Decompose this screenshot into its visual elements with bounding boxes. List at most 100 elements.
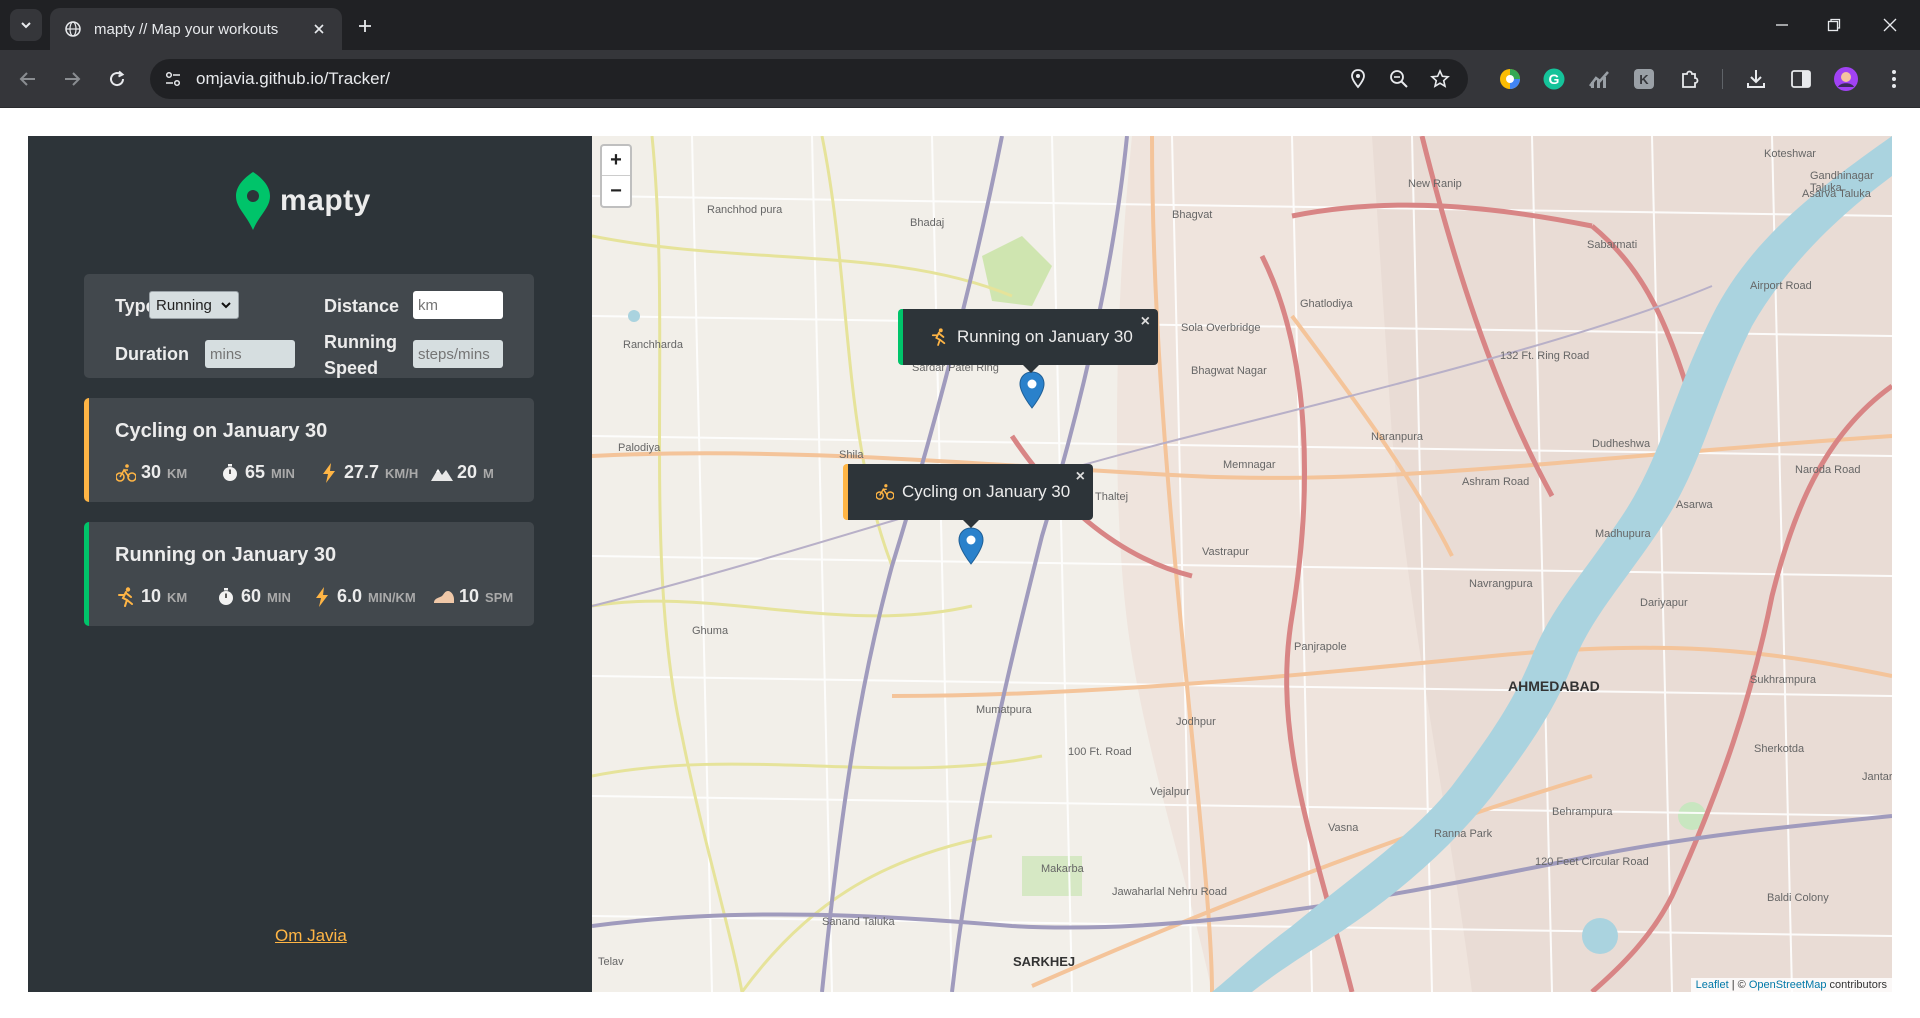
distance-label: Distance — [324, 296, 400, 316]
place-label: Madhupura — [1595, 528, 1651, 540]
place-label: 132 Ft. Ring Road — [1500, 350, 1590, 362]
address-bar[interactable]: omjavia.github.io/Tracker/ — [150, 59, 1468, 99]
workout-distance: 10 km — [115, 586, 187, 607]
grammarly-icon[interactable]: G — [1542, 67, 1566, 91]
place-label: 120 Feet Circular Road — [1535, 856, 1649, 868]
workout-cadence: 10 spm — [433, 586, 513, 607]
stat-unit: km — [167, 466, 188, 481]
lightning-icon — [318, 462, 340, 483]
cycling-popup[interactable]: Cycling on January 30 × — [843, 464, 1093, 528]
place-label: Palodiya — [618, 442, 661, 454]
place-label: SARKHEJ — [1013, 954, 1076, 969]
close-tab-icon[interactable] — [310, 20, 328, 38]
location-pin-icon[interactable] — [1347, 68, 1369, 90]
chevron-down-icon — [21, 22, 31, 29]
tab-title: mapty // Map your workouts — [94, 20, 279, 38]
place-label: Ranchhod pura — [707, 204, 783, 216]
place-label: Asarva Taluka — [1802, 188, 1871, 200]
toolbar-divider — [1722, 69, 1723, 89]
cadence-label-line2: Speed — [324, 358, 379, 378]
cycling-icon — [115, 463, 137, 483]
mapty-app: mapty Type Running Distance Duration Run… — [28, 136, 1892, 992]
place-label: Panjrapole — [1294, 641, 1347, 653]
workout-duration: 65 min — [219, 462, 295, 483]
stat-value: 65 — [245, 462, 266, 482]
logo-text: mapty — [280, 184, 371, 217]
zoom-out-button[interactable]: − — [602, 176, 630, 206]
zoom-icon[interactable] — [1388, 68, 1410, 90]
cycling-icon — [876, 484, 894, 500]
footprint-icon — [433, 587, 455, 607]
forward-button[interactable] — [56, 63, 88, 95]
popup-close-icon[interactable]: × — [1076, 468, 1085, 486]
back-button[interactable] — [12, 63, 44, 95]
restore-button[interactable] — [1812, 10, 1856, 40]
k-extension-icon[interactable]: K — [1632, 67, 1656, 91]
place-label: Bhagvat — [1172, 209, 1213, 221]
more-menu-icon[interactable] — [1882, 67, 1906, 91]
running-popup[interactable]: Running on January 30 × — [898, 309, 1158, 373]
workout-elevation: 20 m — [431, 462, 494, 483]
stat-unit: spm — [485, 590, 514, 605]
place-label: Jodhpur — [1176, 716, 1216, 728]
side-panel-icon[interactable] — [1789, 67, 1813, 91]
workout-card-running[interactable]: Running on January 30 10 km 60 min 6.0 — [84, 522, 534, 626]
extensions-puzzle-icon[interactable] — [1678, 67, 1702, 91]
place-label: Bhagwat Nagar — [1191, 365, 1267, 377]
place-label: Vejalpur — [1150, 786, 1190, 798]
svg-text:G: G — [1549, 71, 1560, 87]
stat-value: 10 — [141, 586, 162, 606]
stat-unit: min — [267, 590, 291, 605]
distance-input[interactable] — [413, 291, 503, 319]
place-label: Makarba — [1041, 863, 1084, 875]
map[interactable]: Ranchhod pura Bhadaj Bhagvat New Ranip K… — [592, 136, 1892, 992]
extension-chroma-icon[interactable] — [1498, 67, 1522, 91]
stat-value: 30 — [141, 462, 162, 482]
stat-unit: min/km — [368, 590, 416, 605]
reload-button[interactable] — [101, 63, 133, 95]
download-icon[interactable] — [1744, 67, 1768, 91]
lightning-icon — [311, 586, 333, 607]
tab-search-button[interactable] — [10, 9, 42, 41]
duration-input[interactable] — [205, 340, 295, 368]
cadence-input[interactable] — [413, 340, 503, 368]
type-select[interactable]: Running — [149, 291, 239, 319]
arrow-left-icon — [19, 72, 35, 86]
place-label: Ghuma — [692, 625, 729, 637]
close-window-button[interactable] — [1868, 10, 1912, 40]
stat-value: 6.0 — [337, 586, 363, 606]
place-label: Navrangpura — [1469, 578, 1533, 590]
chart-extension-icon[interactable] — [1587, 67, 1611, 91]
stat-value: 27.7 — [344, 462, 380, 482]
globe-icon — [64, 20, 82, 38]
place-label: Jantar — [1862, 771, 1892, 783]
place-label: Vasna — [1328, 822, 1359, 834]
place-label: Ranchharda — [623, 339, 683, 351]
workout-card-cycling[interactable]: Cycling on January 30 30 km 65 min 27. — [84, 398, 534, 502]
minimize-button[interactable] — [1760, 10, 1804, 40]
minimize-icon — [1776, 24, 1788, 26]
place-label: Thaltej — [1095, 491, 1129, 503]
close-icon — [1883, 18, 1897, 32]
new-tab-button[interactable] — [352, 13, 378, 39]
map-attribution: Leaflet | © OpenStreetMap contributors — [1690, 978, 1892, 992]
map-tiles — [592, 136, 1892, 992]
author-link[interactable]: Om Javia — [275, 926, 347, 946]
popup-close-icon[interactable]: × — [1141, 313, 1150, 331]
type-select-value: Running — [156, 296, 212, 314]
site-info-icon[interactable] — [164, 70, 182, 88]
place-label: Koteshwar — [1764, 148, 1816, 160]
bookmark-star-icon[interactable] — [1429, 68, 1451, 90]
reload-icon — [110, 70, 125, 87]
workout-title: Running on January 30 — [115, 544, 337, 566]
openstreetmap-link[interactable]: OpenStreetMap — [1749, 979, 1827, 991]
place-label: Sherkotda — [1754, 743, 1805, 755]
browser-toolbar: omjavia.github.io/Tracker/ G K — [0, 50, 1920, 108]
zoom-in-button[interactable]: + — [602, 146, 630, 176]
leaflet-link[interactable]: Leaflet — [1696, 979, 1729, 991]
zoom-control: + − — [600, 144, 632, 208]
profile-avatar-icon[interactable] — [1834, 67, 1858, 91]
place-label: Dudheshwa — [1592, 438, 1651, 450]
browser-tab[interactable]: mapty // Map your workouts — [50, 8, 342, 50]
workout-speed: 27.7 km/h — [318, 462, 418, 483]
